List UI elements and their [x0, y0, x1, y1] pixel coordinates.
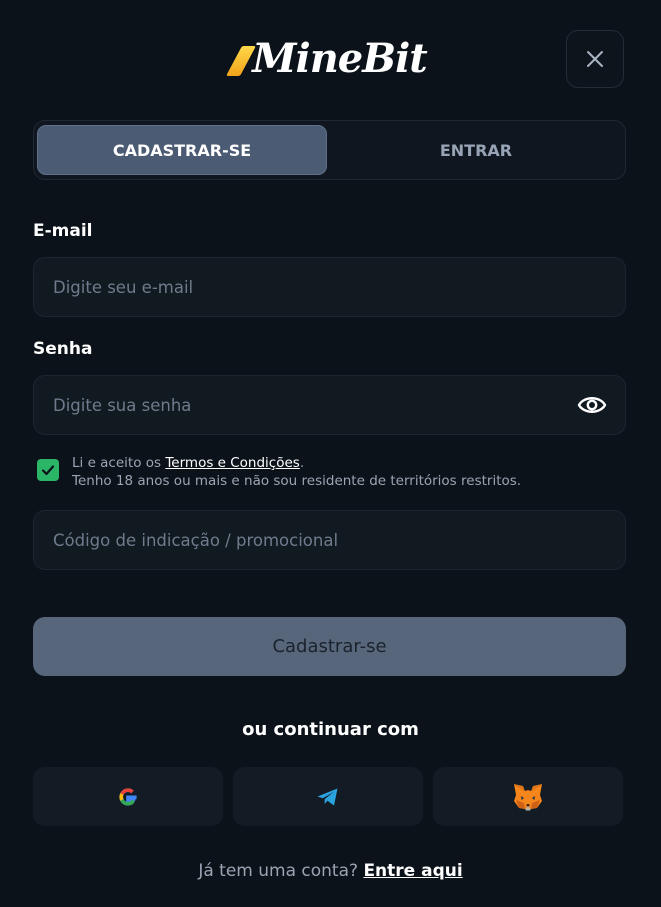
signup-submit-button[interactable]: Cadastrar-se	[33, 617, 626, 676]
terms-suffix: .	[299, 455, 305, 471]
close-icon	[587, 51, 603, 67]
metamask-login-button[interactable]	[433, 767, 623, 826]
promo-code-field[interactable]	[53, 511, 573, 569]
login-here-link[interactable]: Entre aqui	[363, 861, 462, 881]
footer-login-prompt: Já tem uma conta? Entre aqui	[0, 861, 661, 881]
telegram-login-button[interactable]	[233, 767, 423, 826]
footer-question: Já tem uma conta?	[198, 861, 359, 881]
terms-age-notice: Tenho 18 anos ou mais e não sou resident…	[72, 473, 522, 489]
checkmark-icon	[41, 465, 55, 476]
tab-login[interactable]: ENTRAR	[330, 125, 622, 175]
email-label: E-mail	[33, 221, 93, 241]
terms-text: Li e aceito os Termos e Condições. Tenho…	[72, 454, 521, 490]
metamask-icon	[514, 783, 542, 810]
email-field-wrapper	[33, 257, 626, 317]
eye-icon[interactable]	[577, 392, 607, 418]
close-button[interactable]	[566, 30, 624, 88]
google-icon	[119, 787, 137, 806]
password-field[interactable]	[53, 376, 573, 434]
google-login-button[interactable]	[33, 767, 223, 826]
terms-link[interactable]: Termos e Condições	[165, 455, 300, 471]
password-field-wrapper	[33, 375, 626, 435]
terms-checkbox[interactable]	[37, 459, 59, 481]
promo-field-wrapper	[33, 510, 626, 570]
minebit-logo: MineBit	[0, 34, 661, 84]
auth-tabs: CADASTRAR-SE ENTRAR	[33, 120, 626, 180]
email-field[interactable]	[53, 258, 573, 316]
social-heading: ou continuar com	[242, 719, 419, 740]
tab-signup[interactable]: CADASTRAR-SE	[37, 125, 327, 175]
password-label: Senha	[33, 339, 93, 359]
telegram-icon	[317, 788, 338, 805]
terms-prefix: Li e aceito os	[72, 455, 166, 471]
logo-text: MineBit	[252, 35, 427, 82]
